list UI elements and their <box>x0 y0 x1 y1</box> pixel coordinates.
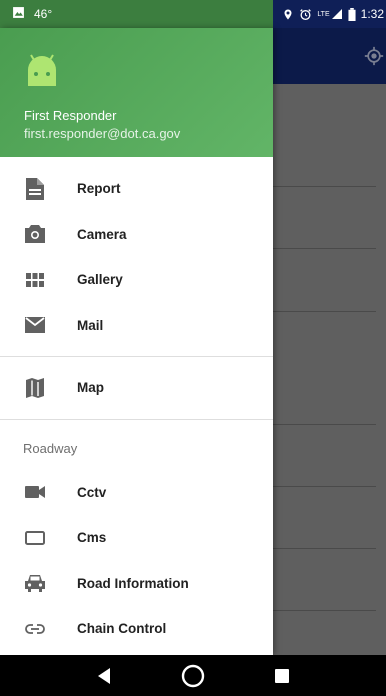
menu-item-gallery[interactable]: Gallery <box>0 257 273 303</box>
menu-item-label: Cms <box>77 530 107 546</box>
location-icon <box>282 8 294 21</box>
navigation-drawer: First Responder first.responder@dot.ca.g… <box>0 28 273 655</box>
status-bar: 46° LTE 1:32 <box>0 0 386 28</box>
network-type-text: LTE <box>317 10 330 18</box>
camera-icon <box>23 222 47 246</box>
menu-item-label: Mail <box>77 317 104 333</box>
list-divider <box>273 548 376 549</box>
menu-item-label: Road Information <box>77 575 189 591</box>
menu-item-label: Camera <box>77 226 127 242</box>
drawer-header: First Responder first.responder@dot.ca.g… <box>0 28 273 157</box>
temperature-text: 46° <box>34 7 53 21</box>
clock-text: 1:32 <box>360 7 384 21</box>
menu-item-label: Map <box>77 380 104 396</box>
menu-item-map[interactable]: Map <box>0 365 273 411</box>
menu-divider <box>0 418 273 420</box>
user-name: First Responder <box>24 108 117 123</box>
map-icon <box>23 376 47 400</box>
signal-icon: LTE <box>317 8 342 20</box>
section-header-roadway: Roadway <box>23 441 78 456</box>
alarm-icon <box>299 8 312 21</box>
list-divider <box>273 610 376 611</box>
list-divider <box>273 311 376 312</box>
mail-icon <box>23 313 47 337</box>
grid-icon <box>23 268 47 292</box>
battery-icon <box>348 7 356 21</box>
menu-item-road-information[interactable]: Road Information <box>0 561 273 607</box>
background-app <box>273 28 386 655</box>
list-divider <box>273 248 376 249</box>
recents-button[interactable] <box>268 662 296 690</box>
menu-item-label: Report <box>77 181 121 197</box>
menu-item-mail[interactable]: Mail <box>0 303 273 349</box>
menu-item-cctv[interactable]: Cctv <box>0 470 273 516</box>
menu-item-report[interactable]: Report <box>0 166 273 212</box>
android-avatar-icon[interactable] <box>22 48 62 88</box>
user-email: first.responder@dot.ca.gov <box>24 126 181 141</box>
system-nav-bar <box>0 655 386 696</box>
menu-item-chain-control[interactable]: Chain Control <box>0 606 273 652</box>
menu-item-label: Cctv <box>77 484 107 500</box>
menu-divider <box>0 356 273 357</box>
display-icon <box>23 526 47 550</box>
menu-item-camera[interactable]: Camera <box>0 212 273 258</box>
my-location-icon[interactable] <box>364 46 384 71</box>
menu-item-label: Chain Control <box>77 621 167 637</box>
link-icon <box>23 617 47 641</box>
home-button[interactable] <box>179 662 207 690</box>
image-notification-icon <box>12 6 25 22</box>
menu-item-cms[interactable]: Cms <box>0 515 273 561</box>
videocam-icon <box>23 480 47 504</box>
list-divider <box>273 486 376 487</box>
menu-item-label: Gallery <box>77 272 123 288</box>
list-divider <box>273 186 376 187</box>
document-icon <box>23 177 47 201</box>
car-icon <box>23 571 47 595</box>
list-divider <box>273 424 376 425</box>
app-toolbar <box>273 28 386 84</box>
back-button[interactable] <box>90 662 118 690</box>
